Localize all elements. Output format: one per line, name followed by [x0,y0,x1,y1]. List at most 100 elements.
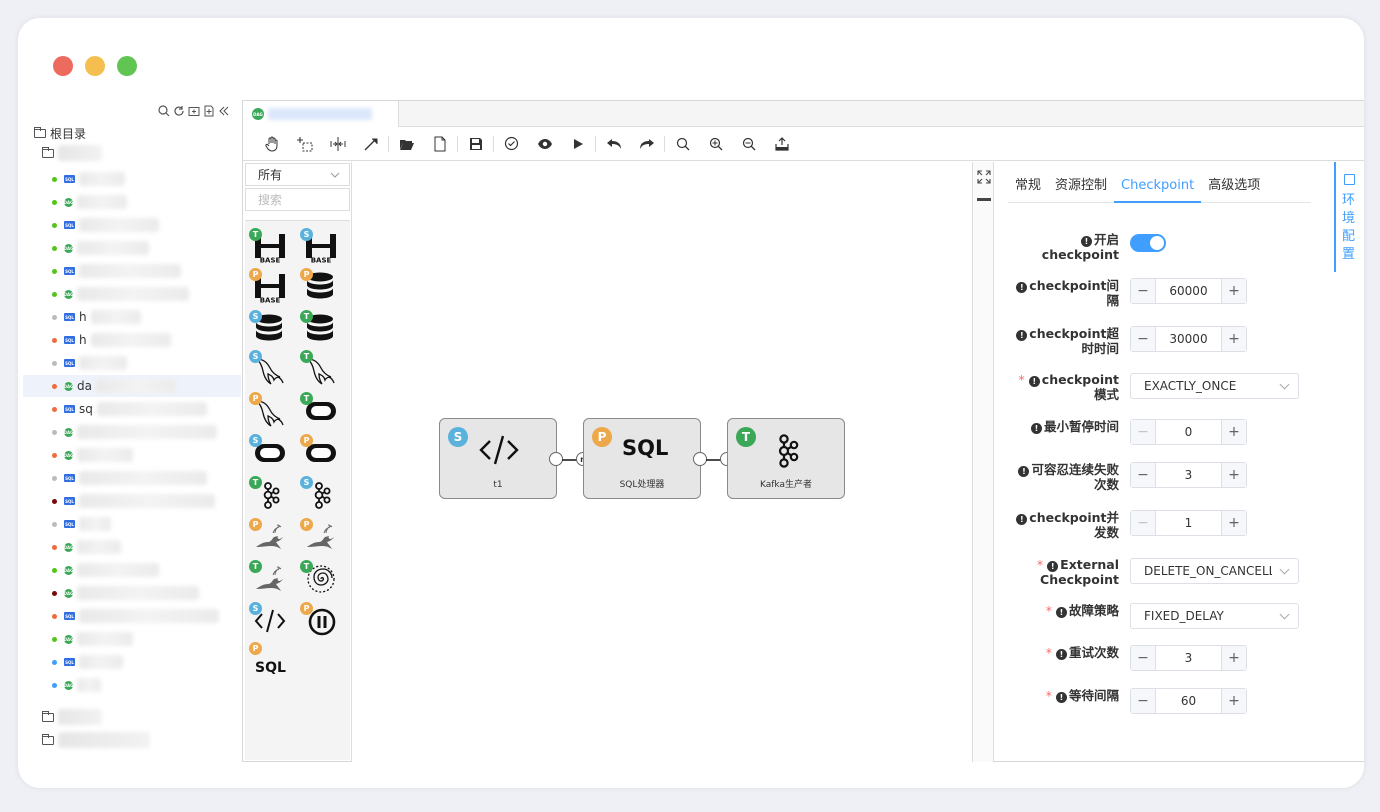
tree-item[interactable]: SQL sq [23,398,241,420]
oracle-source-item[interactable]: S [245,431,291,471]
tree-item[interactable]: SQL [23,214,241,236]
sql-process-item[interactable]: P SQL [245,639,291,679]
collapse-sidebar-icon[interactable] [217,104,231,118]
hbase-process-item[interactable]: P BASE [245,265,291,305]
increment-button[interactable]: + [1221,646,1246,670]
failure-strategy-select[interactable]: FIXED_DELAY [1130,603,1299,629]
tab-resource-control[interactable]: 资源控制 [1048,175,1114,203]
external-checkpoint-select[interactable]: DELETE_ON_CANCELLATION [1130,558,1299,584]
open-folder-icon[interactable] [390,127,423,161]
database-source-item[interactable]: S [245,307,291,347]
decrement-button[interactable]: − [1131,420,1156,444]
decrement-button[interactable]: − [1131,463,1156,487]
spiral-target-item[interactable]: T [296,557,342,597]
tree-folder[interactable] [42,145,102,161]
close-window-button[interactable] [53,56,73,76]
database-process-item[interactable]: P [296,265,342,305]
search-icon[interactable] [157,104,171,118]
tree-item[interactable]: DAG [23,628,241,650]
box-select-icon[interactable] [288,127,321,161]
tree-item[interactable]: SQL [23,651,241,673]
decrement-button[interactable]: − [1131,327,1156,351]
tree-item[interactable]: DAG [23,582,241,604]
undo-icon[interactable] [597,127,630,161]
tree-item[interactable]: SQL [23,467,241,489]
tree-root[interactable]: 根目录 [34,125,86,142]
wait-interval-stepper[interactable]: − 60 + [1130,688,1247,714]
deer-process-item[interactable]: P [245,515,291,555]
mode-select[interactable]: EXACTLY_ONCE [1130,373,1299,399]
tree-item[interactable]: DAG [23,283,241,305]
tree-item[interactable]: SQL h [23,329,241,351]
deer-process-item[interactable]: P [296,515,342,555]
dag-canvas[interactable]: S t1 n P SQL SQL处理器 T Kafka生产者 [352,162,972,762]
tree-item[interactable]: DAG [23,421,241,443]
pause-process-item[interactable]: P [296,599,342,639]
output-port[interactable] [693,452,707,466]
oracle-process-item[interactable]: P [296,431,342,471]
new-file-icon[interactable] [202,104,216,118]
hbase-target-item[interactable]: T BASE [245,225,291,265]
min-pause-stepper[interactable]: − 0 + [1130,419,1247,445]
tree-item[interactable]: SQL [23,260,241,282]
maximize-window-button[interactable] [117,56,137,76]
stepper-value[interactable]: 0 [1156,420,1221,444]
mysql-source-item[interactable]: S [245,347,291,387]
retry-count-stepper[interactable]: − 3 + [1130,645,1247,671]
tree-item[interactable]: DAG [23,237,241,259]
tree-folder[interactable] [42,732,150,748]
stepper-value[interactable]: 3 [1156,463,1221,487]
preview-eye-icon[interactable] [528,127,561,161]
editor-tab[interactable]: DAG [243,101,399,127]
tree-item-selected[interactable]: DAG da [23,375,241,397]
align-icon[interactable] [321,127,354,161]
enable-checkpoint-switch[interactable] [1130,234,1166,252]
source-node-t1[interactable]: S t1 [439,418,557,499]
increment-button[interactable]: + [1221,689,1246,713]
stepper-value[interactable]: 3 [1156,646,1221,670]
tab-general[interactable]: 常规 [1008,175,1048,203]
tolerable-failures-stepper[interactable]: − 3 + [1130,462,1247,488]
category-select[interactable]: 所有 [245,163,350,186]
stepper-value[interactable]: 1 [1156,511,1221,535]
mysql-target-item[interactable]: T [296,347,342,387]
connect-arrow-icon[interactable] [354,127,387,161]
deer-target-item[interactable]: T [245,557,291,597]
concurrent-stepper[interactable]: − 1 + [1130,510,1247,536]
redo-icon[interactable] [630,127,663,161]
output-port[interactable] [549,452,563,466]
stepper-value[interactable]: 30000 [1156,327,1221,351]
interval-stepper[interactable]: − 60000 + [1130,278,1247,304]
tree-item[interactable]: SQL h [23,306,241,328]
kafka-producer-node[interactable]: T Kafka生产者 [727,418,845,499]
save-icon[interactable] [459,127,492,161]
mysql-process-item[interactable]: P [245,389,291,429]
validate-check-icon[interactable] [495,127,528,161]
tab-advanced-options[interactable]: 高级选项 [1201,175,1267,203]
tree-item[interactable]: SQL [23,605,241,627]
oracle-target-item[interactable]: T [296,389,342,429]
database-target-item[interactable]: T [296,307,342,347]
tree-item[interactable]: SQL [23,352,241,374]
tree-item[interactable]: DAG [23,444,241,466]
increment-button[interactable]: + [1221,279,1246,303]
decrement-button[interactable]: − [1131,646,1156,670]
decrement-button[interactable]: − [1131,689,1156,713]
tree-item[interactable]: DAG [23,674,241,696]
kafka-source-item[interactable]: S [296,473,342,513]
stepper-value[interactable]: 60000 [1156,279,1221,303]
increment-button[interactable]: + [1221,420,1246,444]
stepper-value[interactable]: 60 [1156,689,1221,713]
zoom-fit-icon[interactable] [666,127,699,161]
tree-item[interactable]: SQL [23,168,241,190]
tab-checkpoint[interactable]: Checkpoint [1114,175,1202,203]
code-source-item[interactable]: S [245,599,291,639]
tree-item[interactable]: DAG [23,191,241,213]
tree-item[interactable]: DAG [23,536,241,558]
hand-pan-icon[interactable] [255,127,288,161]
zoom-out-icon[interactable] [732,127,765,161]
decrement-button[interactable]: − [1131,279,1156,303]
hbase-source-item[interactable]: S BASE [296,225,342,265]
export-image-icon[interactable] [765,127,798,161]
increment-button[interactable]: + [1221,327,1246,351]
